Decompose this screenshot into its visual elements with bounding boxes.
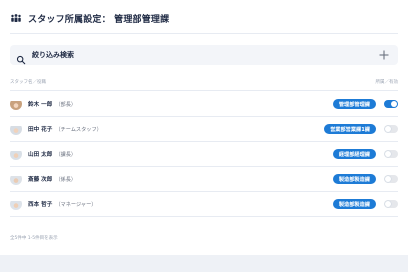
avatar [10,123,22,135]
search-icon [16,50,26,65]
staff-name: 山田 太郎 [28,152,53,158]
column-header-status: 所属／有効 [375,80,399,85]
active-toggle[interactable] [384,175,398,183]
avatar [10,173,22,185]
avatar [10,198,22,210]
column-header-staff: スタッフ名／役職 [10,80,46,85]
department-badge[interactable]: 製造部製造課 [332,174,376,184]
table-header-divider [10,90,398,91]
add-filter-button[interactable] [378,49,390,61]
staff-name: 西本 哲子 [28,202,53,208]
active-toggle[interactable] [384,100,398,108]
pagination-summary: 全5件中 1-5件目を表示 [10,236,58,241]
active-toggle[interactable] [384,125,398,133]
staff-name: 田中 花子 [28,127,53,133]
page-title: スタッフ所属設定： 管理部管理課 [28,14,170,25]
table-row[interactable]: 斎藤 次郎 （係長） 製造部製造課 [10,167,398,192]
staff-name: 鈴木 一郎 [28,102,53,108]
staff-assignment-panel: スタッフ所属設定： 管理部管理課 絞り込み検索 スタッフ名／役職 所属／有効 鈴… [0,0,408,255]
staff-role: （マネージャー） [55,201,97,208]
people-group-icon [10,12,22,24]
staff-role: （課長） [55,151,77,158]
avatar [10,98,22,110]
department-badge[interactable]: 製造部製造課 [332,199,376,209]
table-row[interactable]: 山田 太郎 （課長） 経理部経理課 [10,142,398,167]
table-header: スタッフ名／役職 所属／有効 [10,79,398,89]
search-label: 絞り込み検索 [32,51,74,59]
plus-icon [379,50,389,60]
staff-list: 鈴木 一郎 （部長） 管理部管理課 田中 花子 （チームスタッフ） 営業部営業課… [10,92,398,217]
staff-role: （部長） [55,101,77,108]
active-toggle[interactable] [384,150,398,158]
department-badge[interactable]: 管理部管理課 [332,99,376,109]
avatar [10,148,22,160]
active-toggle[interactable] [384,200,398,208]
table-row[interactable]: 西本 哲子 （マネージャー） 製造部製造課 [10,192,398,217]
page-header: スタッフ所属設定： 管理部管理課 [10,10,398,26]
filter-search-bar[interactable]: 絞り込み検索 [10,45,398,65]
header-divider [10,33,398,34]
staff-role: （チームスタッフ） [55,126,102,133]
department-badge[interactable]: 経理部経理課 [332,149,376,159]
staff-name: 斎藤 次郎 [28,177,53,183]
department-badge[interactable]: 営業部営業課1課 [324,124,376,134]
staff-role: （係長） [55,176,77,183]
table-row[interactable]: 鈴木 一郎 （部長） 管理部管理課 [10,92,398,117]
table-row[interactable]: 田中 花子 （チームスタッフ） 営業部営業課1課 [10,117,398,142]
